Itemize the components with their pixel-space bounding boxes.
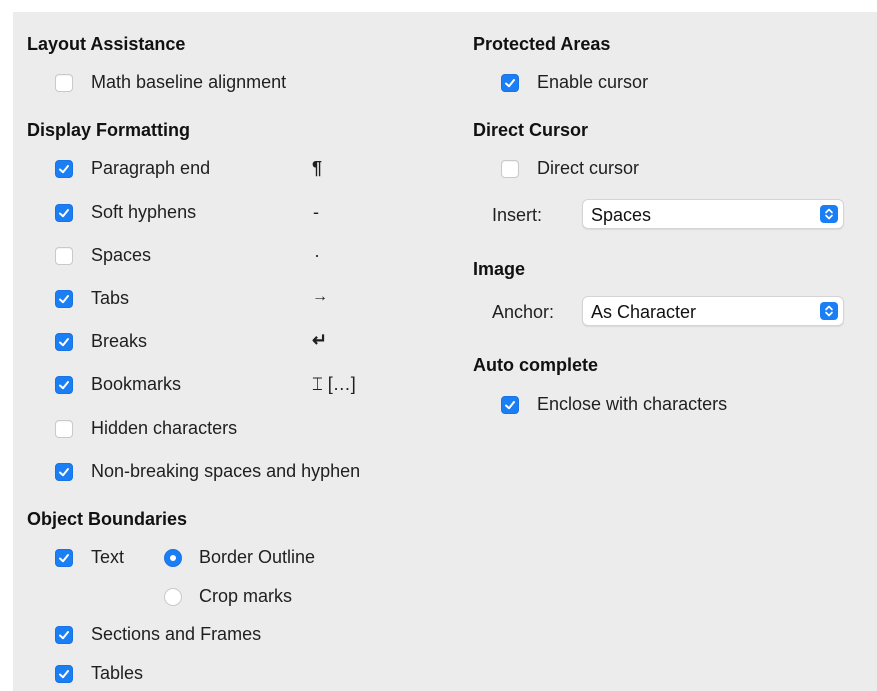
tables-checkbox[interactable]: [55, 665, 73, 683]
check-icon: [505, 79, 515, 88]
bookmarks-label: Bookmarks: [91, 374, 182, 394]
text-boundaries-checkbox[interactable]: [55, 549, 73, 567]
layout-assistance-heading: Layout Assistance: [27, 34, 186, 54]
border-outline-radio[interactable]: [164, 549, 182, 567]
check-icon: [59, 295, 69, 304]
enclose-label: Enclose with characters: [537, 394, 728, 414]
tabs-label: Tabs: [91, 288, 130, 308]
enclose-checkbox[interactable]: [501, 396, 519, 414]
paragraph-end-label: Paragraph end: [91, 158, 211, 178]
enable-cursor-checkbox[interactable]: [501, 74, 519, 92]
soft-hyphens-label: Soft hyphens: [91, 202, 197, 222]
anchor-label: Anchor:: [492, 302, 555, 322]
sections-frames-label: Sections and Frames: [91, 624, 262, 644]
breaks-symbol: ↵: [312, 330, 328, 350]
sections-frames-checkbox[interactable]: [55, 626, 73, 644]
direct-cursor-checkbox[interactable]: [501, 160, 519, 178]
spaces-label: Spaces: [91, 245, 152, 265]
enable-cursor-label: Enable cursor: [537, 72, 649, 92]
anchor-select-value: As Character: [591, 302, 697, 322]
updown-chevron-icon: [820, 302, 838, 320]
check-icon: [505, 401, 515, 410]
direct-cursor-label: Direct cursor: [537, 158, 640, 178]
check-icon: [59, 631, 69, 640]
object-boundaries-heading: Object Boundaries: [27, 509, 188, 529]
direct-cursor-heading: Direct Cursor: [473, 120, 589, 140]
display-formatting-heading: Display Formatting: [27, 120, 191, 140]
check-icon: [59, 165, 69, 174]
crop-marks-radio[interactable]: [164, 588, 182, 606]
check-icon: [59, 381, 69, 390]
spaces-checkbox[interactable]: [55, 247, 73, 265]
check-icon: [59, 338, 69, 347]
soft-hyphens-checkbox[interactable]: [55, 204, 73, 222]
spaces-symbol: ·: [314, 245, 320, 265]
math-baseline-label: Math baseline alignment: [91, 72, 287, 92]
tables-label: Tables: [91, 663, 144, 683]
check-icon: [59, 670, 69, 679]
border-outline-label: Border Outline: [199, 547, 316, 567]
insert-select[interactable]: Spaces: [582, 199, 844, 229]
crop-marks-label: Crop marks: [199, 586, 293, 606]
tabs-symbol: →: [312, 288, 328, 305]
paragraph-end-symbol: ¶: [312, 158, 323, 178]
soft-hyphens-symbol: -: [313, 202, 319, 222]
hidden-characters-label: Hidden characters: [91, 418, 238, 438]
check-icon: [59, 209, 69, 218]
anchor-select[interactable]: As Character: [582, 296, 844, 326]
protected-areas-heading: Protected Areas: [473, 34, 611, 54]
insert-select-value: Spaces: [591, 205, 652, 225]
math-baseline-checkbox[interactable]: [55, 74, 73, 92]
tabs-checkbox[interactable]: [55, 290, 73, 308]
insert-label: Insert:: [492, 205, 543, 225]
non-breaking-label: Non-breaking spaces and hyphen: [91, 461, 361, 481]
breaks-label: Breaks: [91, 331, 148, 351]
image-heading: Image: [473, 259, 526, 279]
bookmarks-symbol: ⌶ […]: [312, 374, 356, 394]
check-icon: [59, 468, 69, 477]
hidden-characters-checkbox[interactable]: [55, 420, 73, 438]
paragraph-end-checkbox[interactable]: [55, 160, 73, 178]
updown-chevron-icon: [820, 205, 838, 223]
check-icon: [59, 554, 69, 563]
breaks-checkbox[interactable]: [55, 333, 73, 351]
bookmarks-checkbox[interactable]: [55, 376, 73, 394]
text-boundaries-label: Text: [91, 547, 125, 567]
auto-complete-heading: Auto complete: [473, 355, 599, 375]
non-breaking-checkbox[interactable]: [55, 463, 73, 481]
